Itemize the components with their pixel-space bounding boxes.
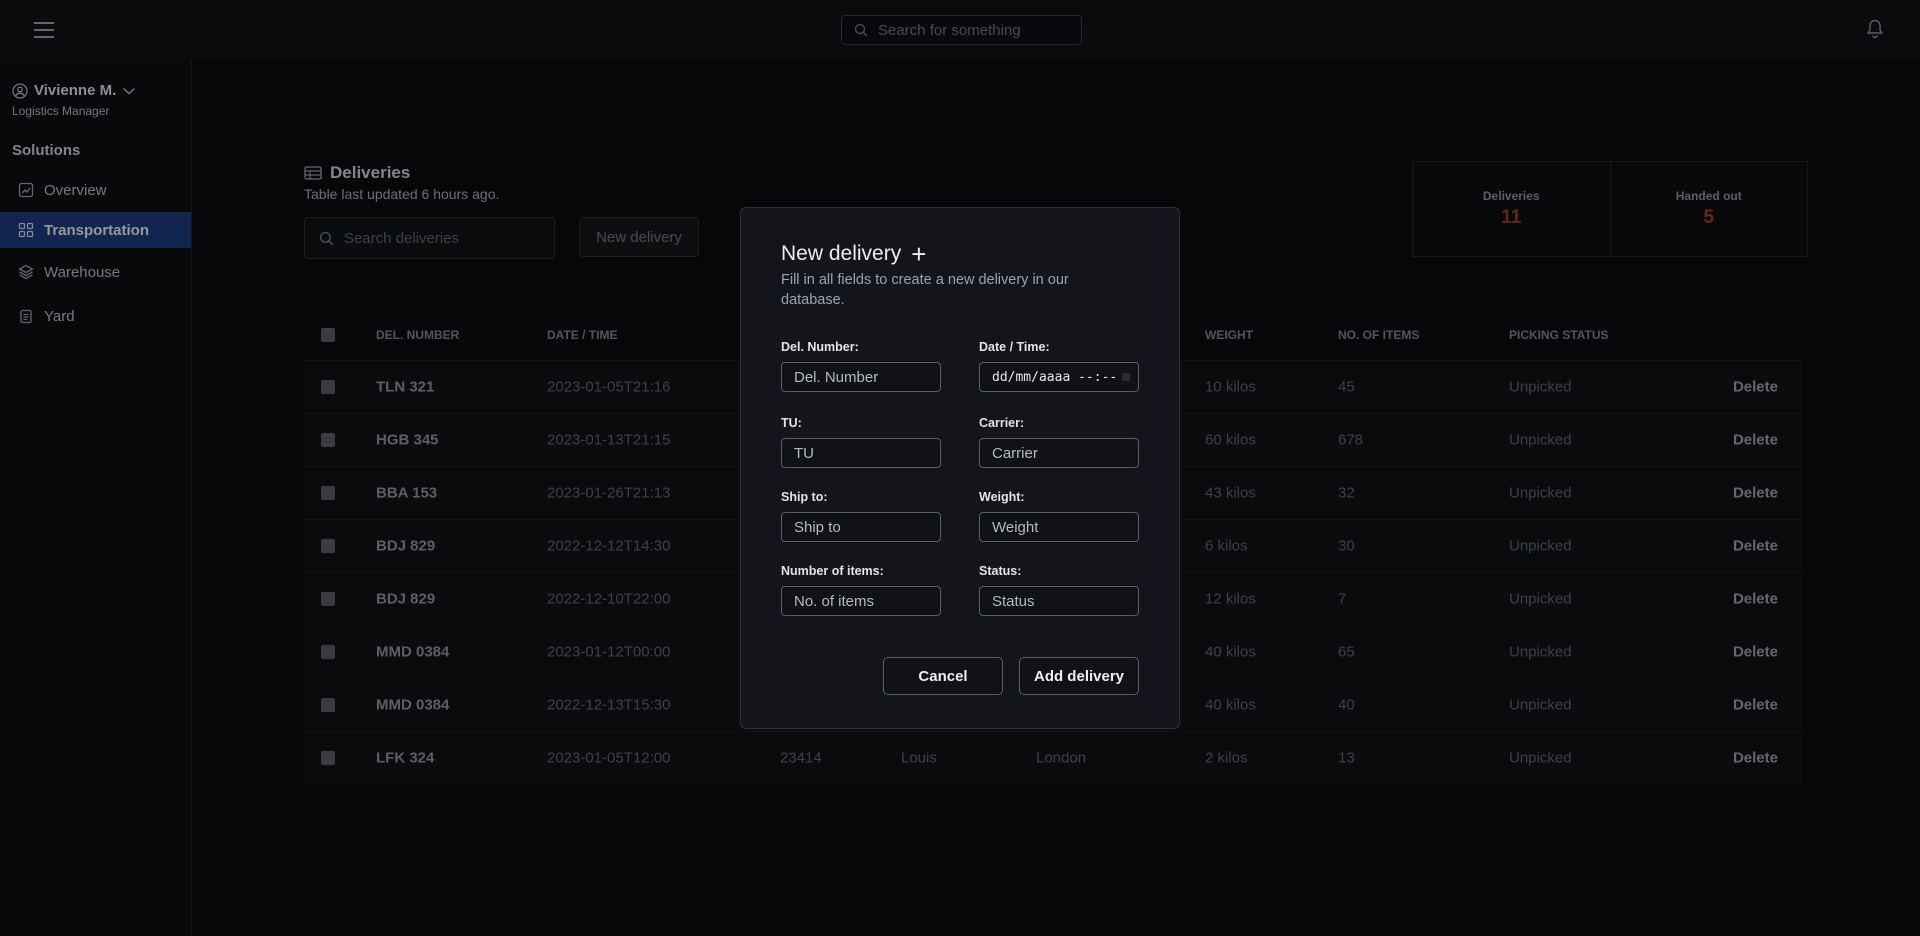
field-label: Status:	[979, 564, 1022, 578]
new-delivery-dialog: New delivery + Fill in all fields to cre…	[740, 207, 1180, 729]
field-label: Weight:	[979, 490, 1025, 504]
field-label: Carrier:	[979, 416, 1025, 430]
field-label: Date / Time:	[979, 340, 1050, 354]
dialog-title-text: New delivery	[781, 242, 902, 265]
field-label: Ship to:	[781, 490, 828, 504]
field-label: Number of items:	[781, 564, 884, 578]
date-time-value: dd/mm/aaaa --:--	[992, 369, 1118, 385]
number-of-items-input[interactable]	[781, 586, 941, 616]
tu-input[interactable]	[781, 438, 941, 468]
del-number-input[interactable]	[781, 362, 941, 392]
dialog-title: New delivery +	[781, 239, 927, 269]
weight-input[interactable]	[979, 512, 1139, 542]
calendar-icon[interactable]	[1122, 373, 1130, 381]
carrier-input[interactable]	[979, 438, 1139, 468]
dialog-description: Fill in all fields to create a new deliv…	[781, 272, 1069, 308]
field-label: Del. Number:	[781, 340, 859, 354]
field-label: TU:	[781, 416, 802, 430]
ship-to-input[interactable]	[781, 512, 941, 542]
plus-icon: +	[911, 239, 927, 269]
status-input[interactable]	[979, 586, 1139, 616]
cancel-button[interactable]: Cancel	[883, 657, 1003, 695]
date-time-input[interactable]: dd/mm/aaaa --:--	[979, 362, 1139, 392]
add-delivery-button[interactable]: Add delivery	[1019, 657, 1139, 695]
